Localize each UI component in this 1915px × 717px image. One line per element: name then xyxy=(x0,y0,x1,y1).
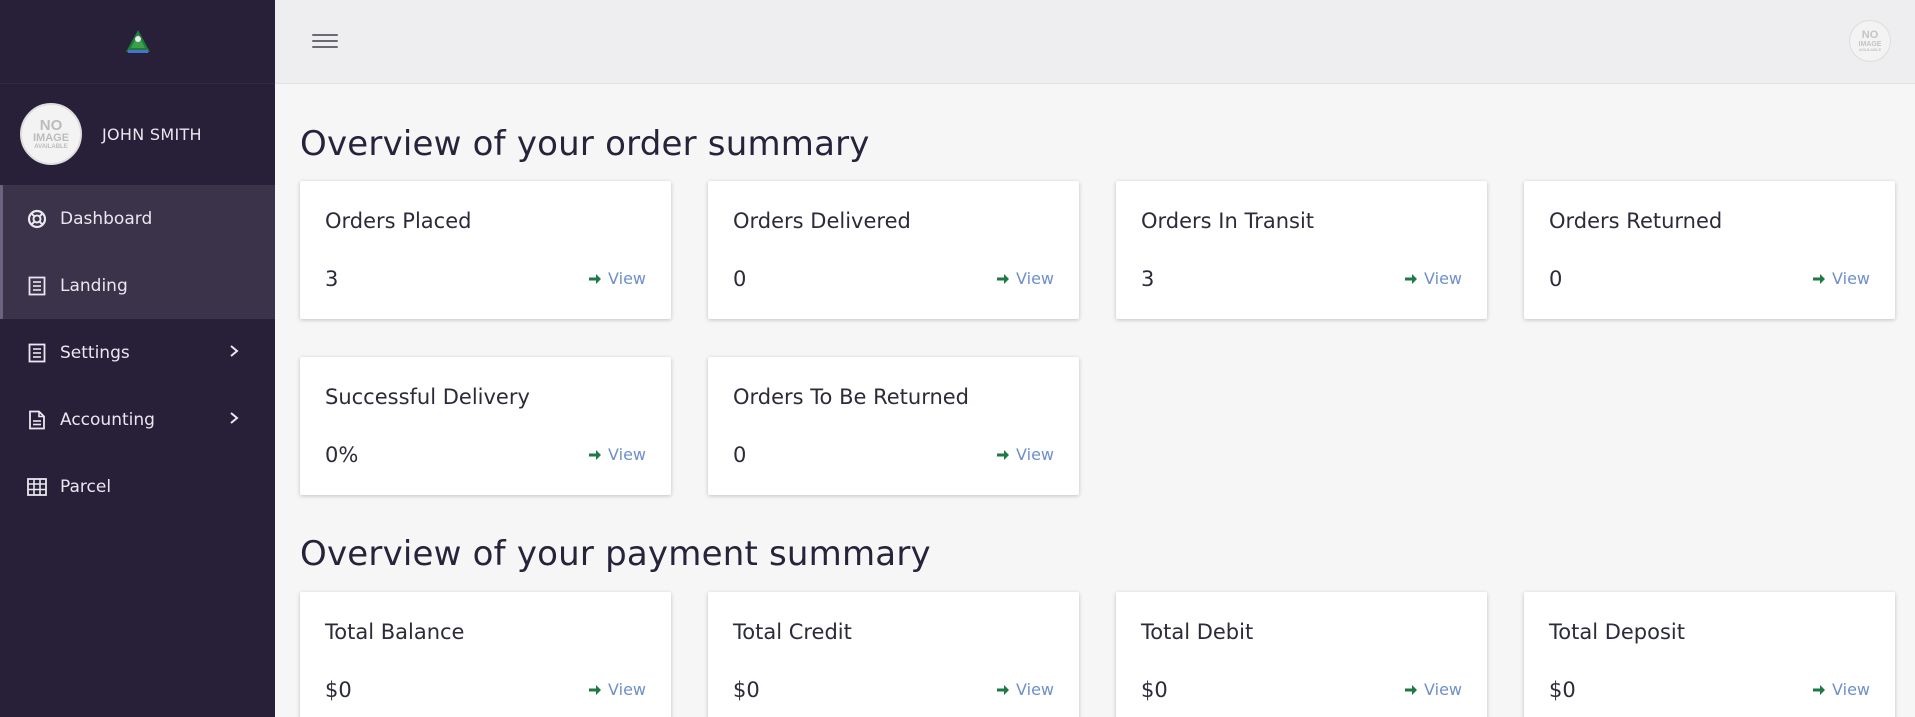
document-icon xyxy=(26,275,48,297)
view-link[interactable]: View xyxy=(1404,680,1462,699)
sidebar: NO IMAGE AVAILABLE JOHN SMITH Dashboard … xyxy=(0,0,275,717)
card-title: Total Balance xyxy=(325,620,465,644)
view-link-label: View xyxy=(1424,269,1462,288)
card-value: 3 xyxy=(1141,267,1155,291)
card-value: 0 xyxy=(1549,267,1563,291)
avatar-text: IMAGE xyxy=(32,132,70,144)
view-link[interactable]: View xyxy=(1812,680,1870,699)
card-value: 3 xyxy=(325,267,339,291)
order-card: Orders In Transit 3 View xyxy=(1116,181,1487,319)
view-link-label: View xyxy=(1832,680,1870,699)
card-title: Total Deposit xyxy=(1549,620,1685,644)
card-value: $0 xyxy=(733,678,760,702)
arrow-right-icon xyxy=(1813,684,1826,695)
card-title: Orders To Be Returned xyxy=(733,385,970,409)
document-icon xyxy=(26,342,48,364)
view-link-label: View xyxy=(608,680,646,699)
view-link[interactable]: View xyxy=(996,680,1054,699)
avatar: NO IMAGE AVAILABLE xyxy=(20,103,82,165)
card-title: Total Debit xyxy=(1141,620,1254,644)
arrow-right-icon xyxy=(997,449,1010,460)
view-link-label: View xyxy=(1424,680,1462,699)
avatar-text: NO xyxy=(39,117,63,134)
card-title: Successful Delivery xyxy=(325,385,530,409)
file-icon xyxy=(26,409,48,431)
view-link[interactable]: View xyxy=(588,269,646,288)
payment-card: Total Deposit $0 View xyxy=(1524,592,1895,717)
card-title: Orders Placed xyxy=(325,209,472,233)
view-link-label: View xyxy=(608,445,646,464)
table-icon xyxy=(26,476,48,498)
arrow-right-icon xyxy=(997,273,1010,284)
arrow-right-icon xyxy=(589,684,602,695)
topbar: NO IMAGE AVAILABLE xyxy=(275,0,1915,84)
user-avatar-button[interactable]: NO IMAGE AVAILABLE xyxy=(1849,20,1891,62)
payment-card: Total Balance $0 View xyxy=(300,592,671,717)
payment-card: Total Credit $0 View xyxy=(708,592,1079,717)
arrow-right-icon xyxy=(589,273,602,284)
life-ring-icon xyxy=(26,208,48,230)
sidebar-menu: Dashboard Landing Settings Accounting Pa… xyxy=(0,185,275,520)
payment-summary-title: Overview of your payment summary xyxy=(300,534,931,574)
order-card: Orders Returned 0 View xyxy=(1524,181,1895,319)
card-value: $0 xyxy=(1141,678,1168,702)
order-card: Orders To Be Returned 0 View xyxy=(708,357,1079,495)
arrow-right-icon xyxy=(1405,684,1418,695)
view-link-label: View xyxy=(608,269,646,288)
avatar-text: AVAILABLE xyxy=(1858,47,1882,52)
sidebar-item-settings[interactable]: Settings xyxy=(0,319,275,386)
sidebar-item-label: Dashboard xyxy=(60,208,153,229)
hamburger-menu-icon[interactable] xyxy=(312,30,338,52)
card-title: Orders Returned xyxy=(1549,209,1723,233)
avatar-text: NO xyxy=(1861,29,1879,41)
logo-icon xyxy=(125,29,150,53)
arrow-right-icon xyxy=(997,684,1010,695)
sidebar-item-label: Settings xyxy=(60,342,130,363)
card-value: $0 xyxy=(1549,678,1576,702)
view-link-label: View xyxy=(1016,269,1054,288)
order-card: Successful Delivery 0% View xyxy=(300,357,671,495)
avatar-text: AVAILABLE xyxy=(34,144,68,150)
view-link-label: View xyxy=(1016,445,1054,464)
sidebar-item-dashboard[interactable]: Dashboard xyxy=(0,185,275,252)
order-card: Orders Placed 3 View xyxy=(300,181,671,319)
chevron-right-icon xyxy=(229,410,239,430)
view-link[interactable]: View xyxy=(588,680,646,699)
sidebar-item-label: Parcel xyxy=(60,476,112,497)
card-value: 0 xyxy=(733,267,747,291)
brand-logo[interactable] xyxy=(0,0,275,84)
card-value: 0 xyxy=(733,443,747,467)
view-link[interactable]: View xyxy=(1404,269,1462,288)
card-title: Total Credit xyxy=(733,620,852,644)
user-profile[interactable]: NO IMAGE AVAILABLE JOHN SMITH xyxy=(0,84,275,184)
view-link-label: View xyxy=(1016,680,1054,699)
user-name: JOHN SMITH xyxy=(102,124,202,144)
card-title: Orders In Transit xyxy=(1141,209,1315,233)
chevron-right-icon xyxy=(229,343,239,363)
card-title: Orders Delivered xyxy=(733,209,911,233)
order-card: Orders Delivered 0 View xyxy=(708,181,1079,319)
view-link[interactable]: View xyxy=(996,445,1054,464)
arrow-right-icon xyxy=(589,449,602,460)
order-summary-title: Overview of your order summary xyxy=(300,124,870,164)
view-link[interactable]: View xyxy=(588,445,646,464)
view-link[interactable]: View xyxy=(996,269,1054,288)
sidebar-item-landing[interactable]: Landing xyxy=(0,252,275,319)
sidebar-item-label: Landing xyxy=(60,275,128,296)
arrow-right-icon xyxy=(1813,273,1826,284)
view-link[interactable]: View xyxy=(1812,269,1870,288)
sidebar-item-accounting[interactable]: Accounting xyxy=(0,386,275,453)
card-value: $0 xyxy=(325,678,352,702)
view-link-label: View xyxy=(1832,269,1870,288)
sidebar-item-parcel[interactable]: Parcel xyxy=(0,453,275,520)
sidebar-item-label: Accounting xyxy=(60,409,155,430)
payment-card: Total Debit $0 View xyxy=(1116,592,1487,717)
arrow-right-icon xyxy=(1405,273,1418,284)
card-value: 0% xyxy=(325,443,359,467)
